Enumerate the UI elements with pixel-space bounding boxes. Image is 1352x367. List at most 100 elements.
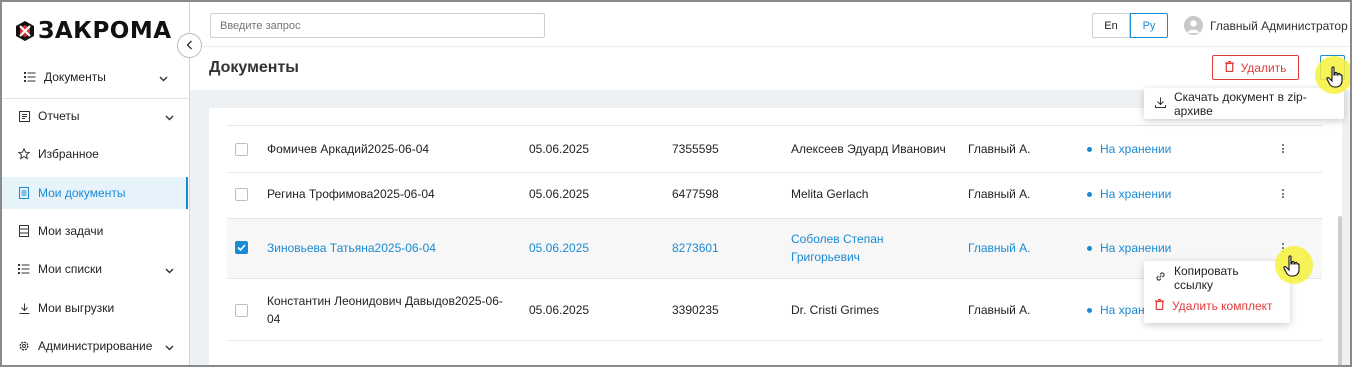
row-checkbox[interactable] <box>235 143 248 156</box>
document-owner: Главный А. <box>968 303 1031 317</box>
document-owner: Главный А. <box>968 187 1031 201</box>
menu-item-label: Копировать ссылку <box>1174 264 1239 292</box>
table-row[interactable]: Фомичев Аркадий2025-06-04 05.06.2025 735… <box>227 125 1322 172</box>
hand-cursor-icon <box>1326 66 1344 93</box>
document-owner: Главный А. <box>968 241 1031 255</box>
sidebar-item-label: Мои документы <box>38 186 126 200</box>
status-dot-icon <box>1087 146 1092 152</box>
menu-item-label: Удалить комплект <box>1172 299 1273 313</box>
row-kebab-icon[interactable] <box>1282 144 1285 155</box>
scrollbar[interactable] <box>1338 216 1342 365</box>
sidebar-item-label: Документы <box>44 70 106 84</box>
list-icon <box>18 263 30 275</box>
status-badge: На хранении <box>1087 239 1171 257</box>
sidebar-item-administration[interactable]: Администрирование <box>2 330 188 362</box>
sidebar-item-label: Мои списки <box>38 262 102 276</box>
status-badge: На хранении <box>1087 185 1171 203</box>
row-checkbox[interactable] <box>235 241 248 254</box>
document-date: 05.06.2025 <box>529 142 590 156</box>
document-name[interactable]: Фомичев Аркадий2025-06-04 <box>267 140 429 158</box>
document-date: 05.06.2025 <box>529 187 590 201</box>
document-person: Соболев Степан Григорьевич <box>791 232 884 264</box>
logo-mark-icon <box>14 20 36 42</box>
sidebar-item-label: Мои задачи <box>38 224 104 238</box>
chevron-down-icon <box>159 71 168 85</box>
sidebar-item-documents[interactable]: Документы <box>2 61 188 93</box>
trash-icon <box>1155 299 1164 313</box>
sidebar-collapse-button[interactable] <box>177 33 202 58</box>
status-label: На хранении <box>1100 187 1172 201</box>
list-icon <box>24 71 36 83</box>
menu-item-label: Скачать документ в zip-архиве <box>1174 89 1307 118</box>
page-title: Документы <box>209 59 299 76</box>
sidebar-divider <box>2 98 189 99</box>
document-name[interactable]: Зиновьева Татьяна2025-06-04 <box>267 239 436 257</box>
chevron-down-icon <box>165 110 174 124</box>
user-name: Главный Администратор <box>1210 18 1348 33</box>
status-dot-icon <box>1087 245 1092 251</box>
chevron-down-icon <box>165 263 174 277</box>
row-actions-menu: Копировать ссылку Удалить комплект <box>1144 261 1290 323</box>
sidebar-item-my-lists[interactable]: Мои списки <box>2 253 188 285</box>
document-name[interactable]: Константин Леонидович Давыдов2025-06-04 <box>267 292 505 328</box>
status-dot-icon <box>1087 307 1092 313</box>
sidebar-item-favorites[interactable]: Избранное <box>2 138 188 170</box>
sidebar-item-label: Отчеты <box>38 109 80 123</box>
menu-item-delete-set[interactable]: Удалить комплект <box>1144 292 1290 320</box>
sidebar-item-label: Мои выгрузки <box>38 301 115 315</box>
app-window: ЗАКРОМА Документы Отчеты Избранное Мои д… <box>0 0 1352 367</box>
avatar <box>1184 16 1203 35</box>
status-label: На хранении <box>1100 142 1172 156</box>
report-icon <box>18 110 30 122</box>
search-input[interactable] <box>210 13 545 38</box>
row-checkbox[interactable] <box>235 188 248 201</box>
sidebar-item-my-exports[interactable]: Мои выгрузки <box>2 292 188 324</box>
status-label: На хранении <box>1100 241 1172 255</box>
chevron-left-icon <box>186 37 193 55</box>
header-actions-menu: Скачать документ в zip-архиве <box>1144 88 1344 119</box>
sidebar-item-label: Избранное <box>38 147 99 161</box>
document-name[interactable]: Регина Трофимова2025-06-04 <box>267 185 435 203</box>
table-row[interactable]: Регина Трофимова2025-06-04 05.06.2025 64… <box>227 172 1322 218</box>
status-dot-icon <box>1087 191 1092 197</box>
sidebar: ЗАКРОМА Документы Отчеты Избранное Мои д… <box>2 2 190 365</box>
brand-logo[interactable]: ЗАКРОМА <box>14 18 172 44</box>
document-number: 6477598 <box>672 187 719 201</box>
row-checkbox[interactable] <box>235 304 248 317</box>
delete-button-label: Удалить <box>1240 60 1287 75</box>
lang-ru-button[interactable]: Ру <box>1130 13 1168 38</box>
document-date: 05.06.2025 <box>529 303 590 317</box>
document-person: Dr. Cristi Grimes <box>791 303 879 317</box>
user-menu[interactable]: Главный Администратор <box>1184 16 1348 35</box>
star-icon <box>18 148 30 160</box>
menu-item-copy-link[interactable]: Копировать ссылку <box>1144 264 1290 292</box>
download-icon <box>1155 97 1166 111</box>
delete-button[interactable]: Удалить <box>1212 55 1299 80</box>
document-owner: Главный А. <box>968 142 1031 156</box>
document-person: Melita Gerlach <box>791 187 869 201</box>
lang-en-button[interactable]: En <box>1092 13 1130 38</box>
checkmark-icon <box>237 244 246 252</box>
menu-item-download-zip[interactable]: Скачать документ в zip-архиве <box>1144 88 1344 119</box>
header-divider <box>190 46 1350 47</box>
sidebar-item-my-documents[interactable]: Мои документы <box>2 177 188 209</box>
document-number: 8273601 <box>672 241 719 255</box>
document-date: 05.06.2025 <box>529 241 590 255</box>
hand-cursor-icon <box>1283 255 1301 282</box>
document-icon <box>18 187 30 199</box>
brand-name: ЗАКРОМА <box>38 18 172 44</box>
sidebar-item-my-tasks[interactable]: Мои задачи <box>2 215 188 247</box>
sidebar-item-reports[interactable]: Отчеты <box>2 100 188 132</box>
row-kebab-icon[interactable] <box>1282 189 1285 200</box>
document-number: 7355595 <box>672 142 719 156</box>
document-number: 3390235 <box>672 303 719 317</box>
status-badge: На хранении <box>1087 140 1171 158</box>
document-person: Алексеев Эдуард Иванович <box>791 142 946 156</box>
sidebar-item-label: Администрирование <box>38 339 153 353</box>
download-icon <box>18 302 30 314</box>
chevron-down-icon <box>165 340 174 354</box>
tasks-icon <box>18 225 30 237</box>
gear-icon <box>18 340 30 352</box>
link-icon <box>1155 271 1166 285</box>
trash-icon <box>1224 60 1234 75</box>
